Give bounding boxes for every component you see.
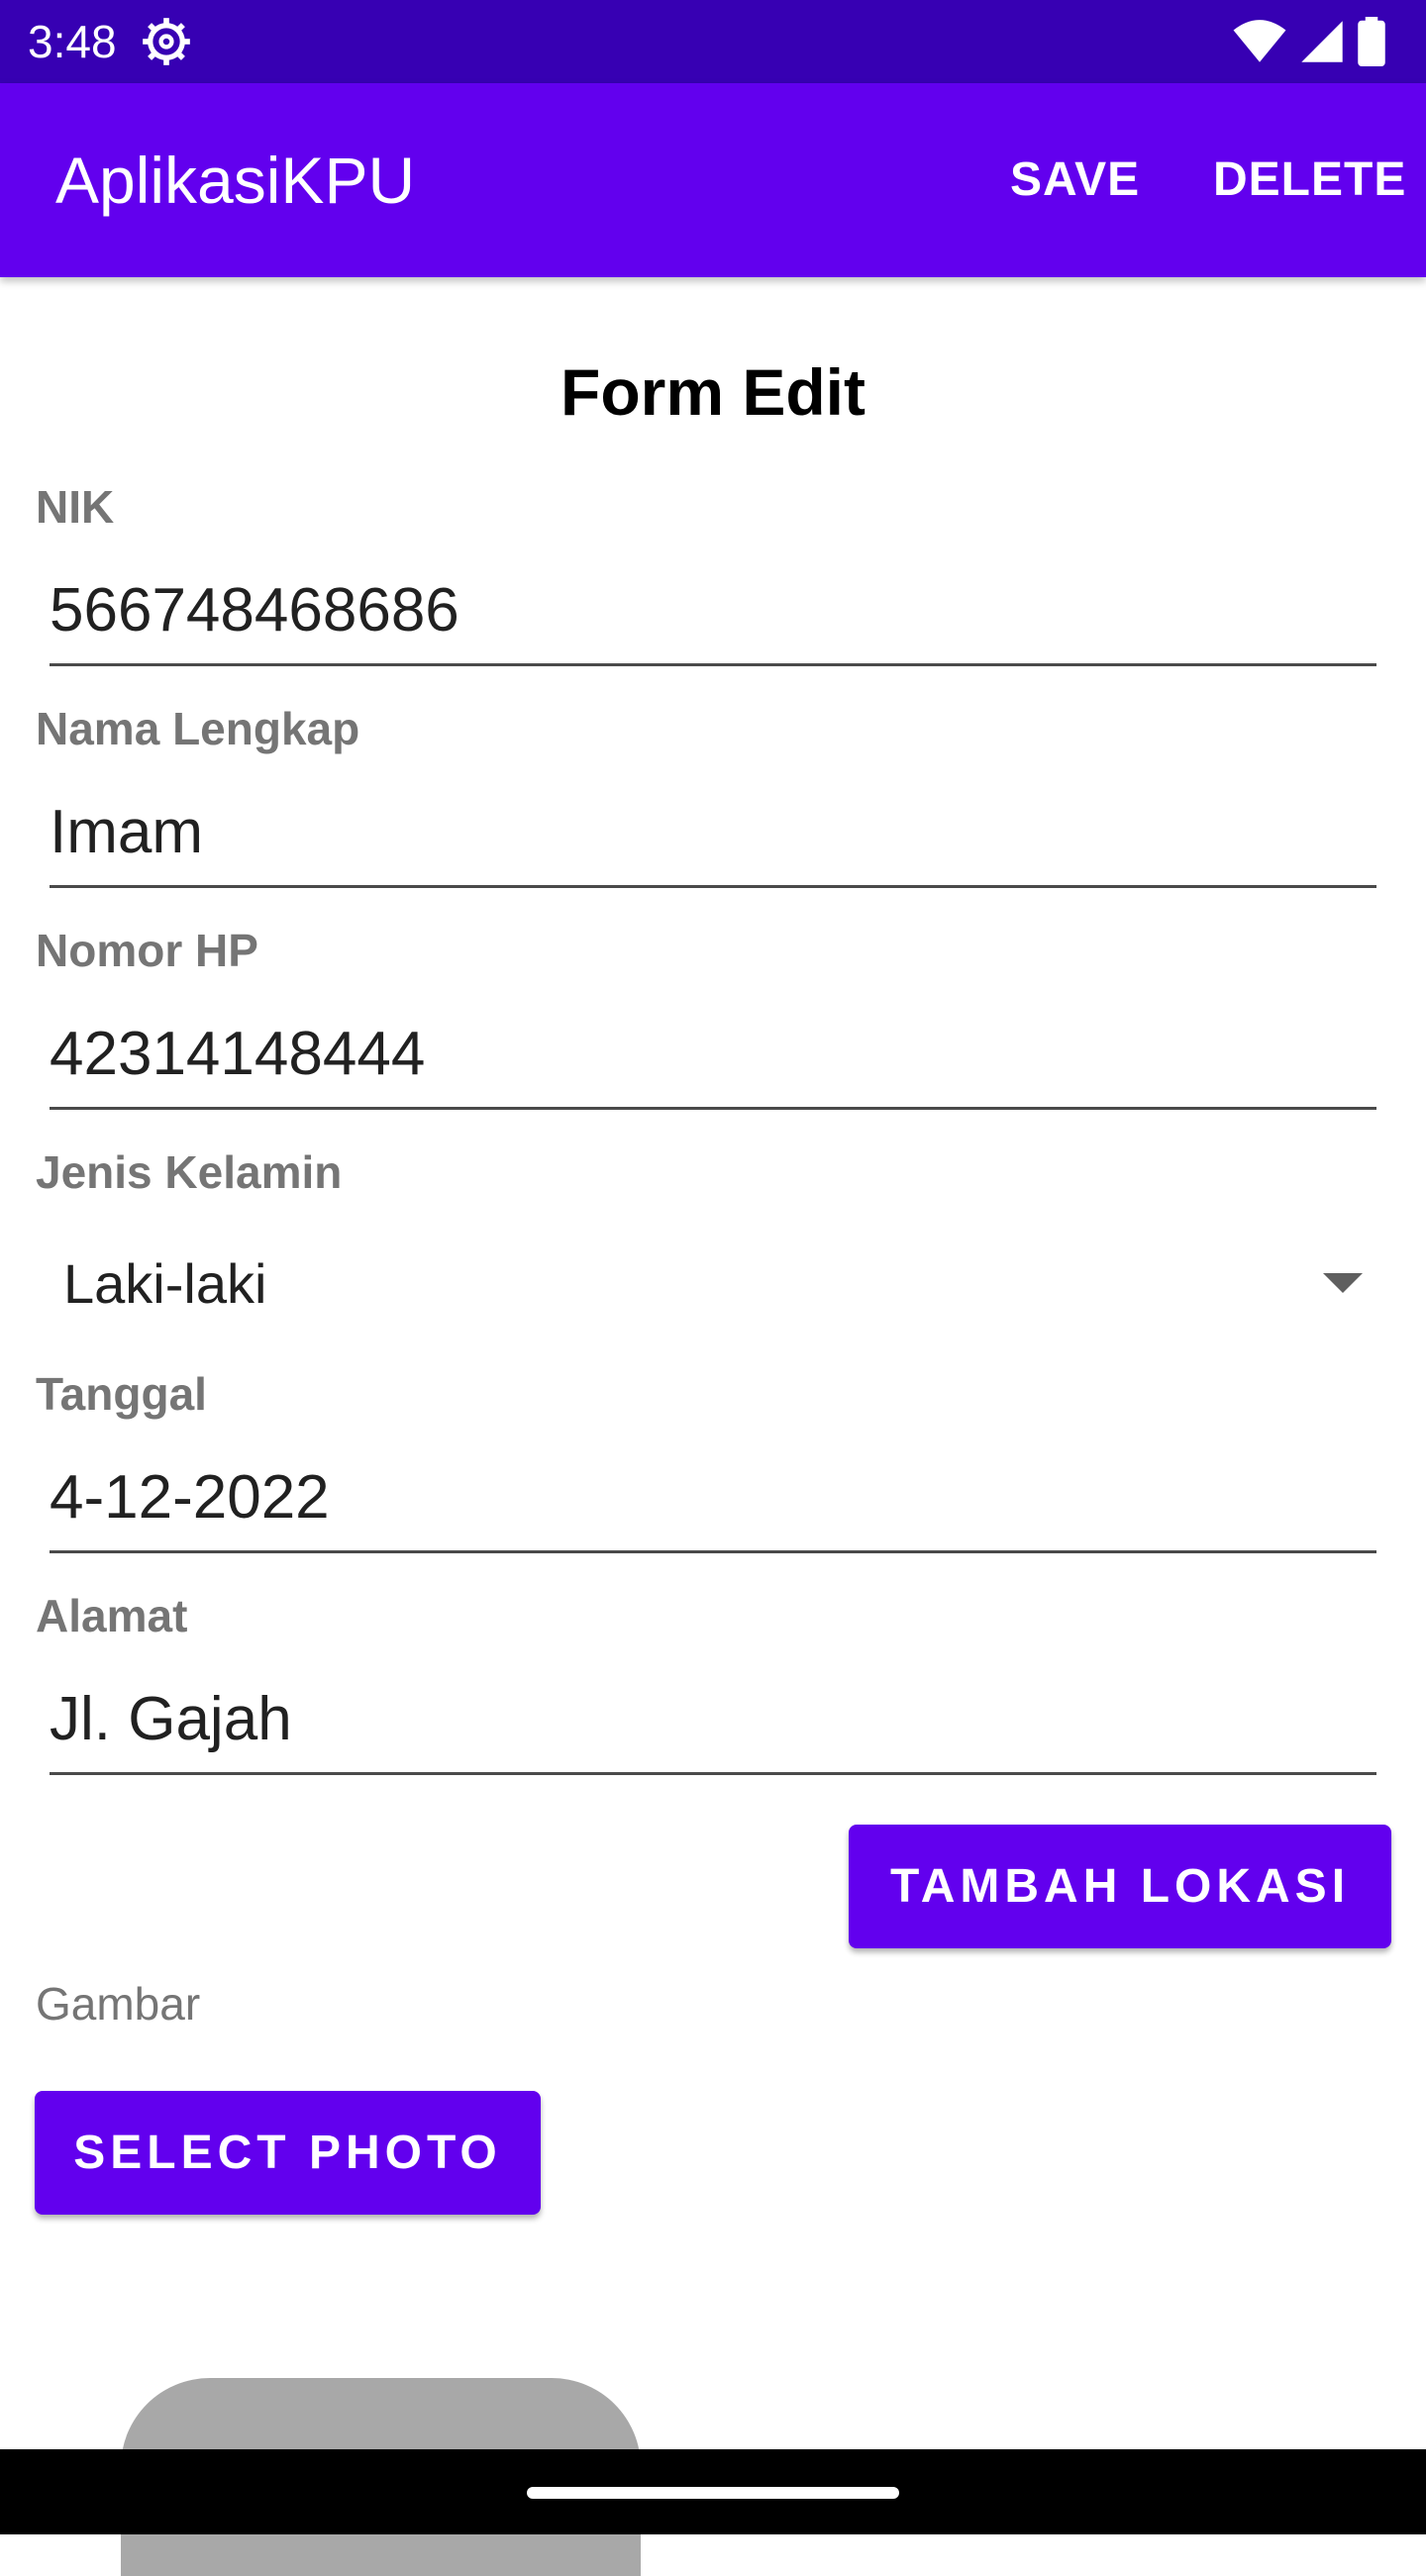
tambah-lokasi-button[interactable]: TAMBAH LOKASI (849, 1825, 1391, 1948)
app-title: AplikasiKPU (55, 144, 416, 217)
nik-input[interactable] (50, 557, 1376, 666)
app-bar: AplikasiKPU SAVE DELETE (0, 83, 1426, 277)
nama-lengkap-label: Nama Lengkap (36, 703, 360, 754)
alamat-input[interactable] (50, 1666, 1376, 1775)
status-bar: 3:48 (0, 0, 1426, 83)
home-handle[interactable] (527, 2487, 899, 2499)
save-button[interactable]: SAVE (1010, 83, 1140, 277)
delete-button[interactable]: DELETE (1213, 83, 1406, 277)
battery-icon (1358, 17, 1385, 66)
jenis-kelamin-label: Jenis Kelamin (36, 1146, 343, 1198)
jenis-kelamin-value: Laki-laki (63, 1252, 267, 1315)
jenis-kelamin-spinner[interactable]: Laki-laki (36, 1238, 1392, 1331)
tanggal-input[interactable] (50, 1444, 1376, 1553)
signal-icon (1301, 21, 1343, 62)
nama-lengkap-input[interactable] (50, 779, 1376, 888)
dropdown-arrow-icon (1323, 1273, 1363, 1293)
nik-label: NIK (36, 481, 115, 533)
gambar-label: Gambar (36, 1978, 201, 2030)
nomor-hp-input[interactable] (50, 1001, 1376, 1110)
status-time: 3:48 (28, 16, 117, 67)
nomor-hp-label: Nomor HP (36, 925, 258, 976)
navigation-bar (0, 2449, 1426, 2534)
form-title: Form Edit (560, 355, 866, 429)
wifi-icon (1233, 20, 1286, 62)
tanggal-label: Tanggal (36, 1368, 207, 1420)
alamat-label: Alamat (36, 1590, 188, 1641)
settings-icon (143, 18, 190, 65)
select-photo-button[interactable]: SELECT PHOTO (35, 2091, 541, 2215)
